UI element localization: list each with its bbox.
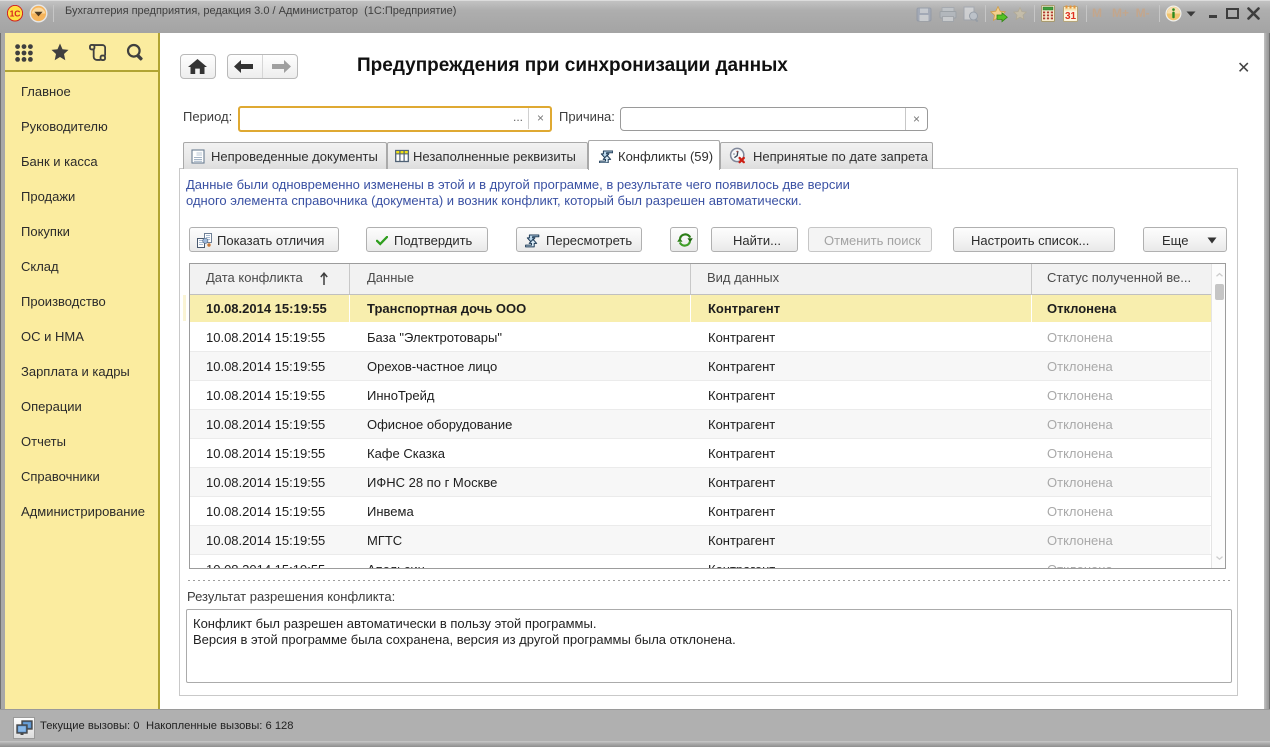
svg-text:31: 31 <box>1065 11 1077 22</box>
svg-text:1С: 1С <box>10 8 21 18</box>
